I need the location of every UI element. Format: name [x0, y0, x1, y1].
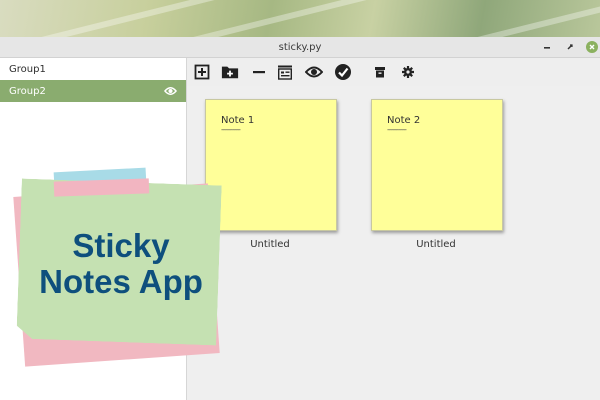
check-button[interactable]: [334, 63, 352, 81]
settings-button[interactable]: [399, 63, 417, 81]
minimize-button[interactable]: [540, 40, 554, 54]
group-label: Group2: [9, 85, 46, 97]
new-note-icon: [194, 64, 210, 80]
remove-icon: [253, 71, 265, 74]
title-bar: sticky.py: [0, 37, 600, 58]
new-group-button[interactable]: [221, 63, 239, 81]
banner-title: Sticky Notes App: [36, 228, 206, 300]
new-note-button[interactable]: [193, 63, 211, 81]
sidebar-item-group2[interactable]: Group2: [0, 80, 186, 102]
close-icon: [586, 41, 598, 53]
close-button[interactable]: [585, 40, 599, 54]
settings-icon: [402, 66, 414, 78]
note-underline: ----------: [387, 125, 407, 134]
toolbar: [187, 58, 600, 86]
properties-icon: [278, 65, 293, 80]
sidebar-item-group1[interactable]: Group1: [0, 58, 186, 80]
new-group-icon: [221, 66, 239, 79]
note-underline: ----------: [221, 125, 241, 134]
show-button[interactable]: [305, 63, 323, 81]
window-title: sticky.py: [278, 41, 322, 53]
maximize-button[interactable]: [563, 40, 577, 54]
notes-area: Note 1 ---------- Untitled Note 2 ------…: [187, 86, 600, 400]
note-card[interactable]: Note 2 ----------: [371, 99, 503, 231]
sticky-notes-app-banner: Sticky Notes App: [13, 167, 229, 370]
banner-line-1: Sticky: [72, 227, 170, 264]
properties-button[interactable]: [276, 63, 294, 81]
restore-icon: [567, 44, 573, 50]
eye-icon[interactable]: [164, 85, 177, 97]
show-icon: [305, 66, 323, 78]
check-icon: [335, 64, 351, 80]
group-label: Group1: [9, 63, 46, 75]
remove-button[interactable]: [250, 63, 268, 81]
note-caption: Untitled: [416, 239, 456, 250]
minimize-icon: [544, 47, 550, 49]
archive-icon: [375, 67, 385, 78]
desktop-wallpaper: [0, 0, 600, 37]
banner-line-2: Notes App: [39, 263, 203, 300]
note-item[interactable]: Note 2 ---------- Untitled: [371, 99, 503, 250]
archive-button[interactable]: [371, 63, 389, 81]
